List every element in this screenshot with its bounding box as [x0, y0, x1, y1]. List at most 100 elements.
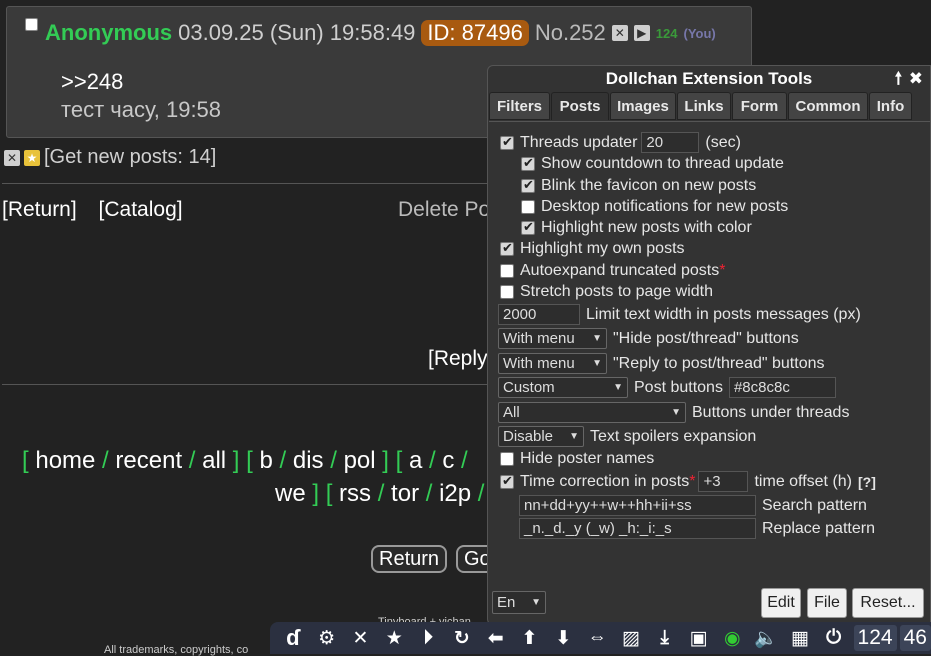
- post-date: 03.09.25 (Sun) 19:58:49: [178, 20, 416, 45]
- get-new-count: 14: [188, 146, 211, 168]
- setting-post-buttons: Custom ▼ Post buttons #8c8c8c: [498, 377, 836, 398]
- setting-highlight-new: Highlight new posts with color: [521, 219, 752, 237]
- file-button[interactable]: File: [807, 588, 847, 618]
- search-pattern-input[interactable]: nn+dd+yy++w++hh+ii+ss: [519, 495, 756, 516]
- return-button[interactable]: Return: [371, 545, 448, 573]
- board-we[interactable]: we: [275, 480, 306, 507]
- hide-post-icon[interactable]: ✕: [611, 25, 628, 41]
- setting-label: Autoexpand truncated posts*: [520, 262, 726, 279]
- eye-icon[interactable]: ◉: [715, 622, 749, 654]
- setting-unit: (sec): [705, 133, 741, 151]
- poster-id-badge[interactable]: ID: 87496: [421, 20, 529, 46]
- divider: [2, 183, 502, 184]
- board-i2p[interactable]: i2p: [439, 480, 471, 507]
- gear-icon[interactable]: ⚙: [310, 622, 344, 654]
- play-icon[interactable]: ⏵: [411, 622, 445, 654]
- star-icon[interactable]: ★: [24, 149, 40, 166]
- divider: [2, 384, 502, 385]
- tab-common[interactable]: Common: [788, 92, 868, 120]
- board-dis[interactable]: dis: [293, 447, 324, 474]
- threads-updater-checkbox[interactable]: [500, 134, 514, 150]
- save-icon[interactable]: ▣: [682, 622, 716, 654]
- tab-images[interactable]: Images: [610, 92, 676, 120]
- stretch-checkbox[interactable]: [500, 285, 514, 299]
- board-rss[interactable]: rss: [339, 480, 371, 507]
- post-message: тест часу, 19:58: [61, 97, 222, 122]
- download-icon[interactable]: ⤓: [648, 622, 682, 654]
- reply-buttons-select[interactable]: With menu ▼: [498, 353, 607, 374]
- post-buttons-color-input[interactable]: #8c8c8c: [728, 377, 836, 398]
- help-link[interactable]: [?]: [858, 474, 876, 490]
- autoexpand-checkbox[interactable]: [500, 264, 514, 278]
- show-countdown-checkbox[interactable]: [521, 155, 535, 171]
- setting-blink-favicon: Blink the favicon on new posts: [521, 177, 756, 195]
- setting-show-countdown: Show countdown to thread update: [521, 155, 784, 173]
- reply-post-icon[interactable]: ▶: [633, 25, 650, 41]
- desktop-notifications-checkbox[interactable]: [521, 200, 535, 214]
- mute-icon[interactable]: 🔈: [749, 622, 783, 654]
- setting-label: time offset (h): [754, 472, 852, 490]
- expand-icon[interactable]: ⇔: [580, 622, 614, 654]
- chevron-down-icon: ▼: [531, 597, 541, 608]
- reply-thread-link[interactable]: [Reply: [428, 347, 488, 371]
- update-interval-input[interactable]: 20: [641, 132, 700, 153]
- board-a[interactable]: a: [409, 447, 422, 474]
- board-all[interactable]: all: [202, 447, 226, 474]
- arrow-down-icon[interactable]: ⬇: [546, 622, 580, 654]
- return-link[interactable]: [Return]: [2, 198, 77, 221]
- post-count: 124: [655, 25, 678, 41]
- star-icon[interactable]: ★: [377, 622, 411, 654]
- refresh-icon[interactable]: ↻: [445, 622, 479, 654]
- get-new-posts-link[interactable]: [Get new posts: 14]: [44, 146, 216, 169]
- blink-favicon-checkbox[interactable]: [521, 177, 535, 193]
- board-c[interactable]: c: [442, 447, 454, 474]
- setting-highlight-own: Highlight my own posts: [500, 240, 685, 258]
- time-correction-checkbox[interactable]: [500, 473, 514, 489]
- tab-links[interactable]: Links: [677, 92, 731, 120]
- close-icon[interactable]: ✖: [909, 66, 923, 92]
- post-buttons-select[interactable]: Custom ▼: [498, 377, 628, 398]
- highlight-own-checkbox[interactable]: [500, 240, 514, 256]
- post-number-link[interactable]: No.252: [535, 20, 606, 46]
- under-threads-select[interactable]: All ▼: [498, 402, 686, 423]
- settings-tabs: Filters Posts Images Links Form Common I…: [489, 92, 913, 120]
- board-home[interactable]: home: [35, 447, 95, 474]
- chevron-down-icon: ▼: [592, 358, 602, 369]
- post-select-checkbox[interactable]: [25, 18, 38, 31]
- spoilers-select[interactable]: Disable ▼: [498, 426, 584, 447]
- edit-button[interactable]: Edit: [761, 588, 801, 618]
- pin-icon[interactable]: 🠕: [895, 66, 902, 92]
- setting-label: Limit text width in posts messages (px): [586, 305, 861, 323]
- tab-posts[interactable]: Posts: [551, 92, 609, 120]
- board-recent[interactable]: recent: [115, 447, 182, 474]
- panel-title: Dollchan Extension Tools: [605, 69, 813, 88]
- tab-info[interactable]: Info: [869, 92, 912, 120]
- catalog-link[interactable]: [Catalog]: [99, 198, 183, 221]
- grid-icon[interactable]: ▦: [783, 622, 817, 654]
- limit-width-input[interactable]: 2000: [498, 304, 580, 325]
- setting-stretch: Stretch posts to page width: [500, 283, 713, 301]
- board-pol[interactable]: pol: [344, 447, 376, 474]
- reply-link[interactable]: >>248: [61, 69, 123, 95]
- time-offset-input[interactable]: +3: [698, 471, 749, 492]
- setting-under-threads: All ▼ Buttons under threads: [498, 402, 849, 423]
- board-b[interactable]: b: [259, 447, 272, 474]
- highlight-new-checkbox[interactable]: [521, 219, 535, 235]
- hatch-icon[interactable]: ▨: [614, 622, 648, 654]
- hide-buttons-select[interactable]: With menu ▼: [498, 328, 607, 349]
- power-icon[interactable]: ⏻: [817, 622, 851, 654]
- arrow-up-icon[interactable]: ⬆: [513, 622, 547, 654]
- close-icon[interactable]: ✕: [4, 149, 20, 166]
- language-select[interactable]: En ▼: [492, 591, 546, 614]
- tab-form[interactable]: Form: [732, 92, 787, 120]
- arrow-left-icon[interactable]: ⬅: [479, 622, 513, 654]
- de-logo-icon[interactable]: ɗ: [276, 622, 310, 654]
- setting-label: "Hide post/thread" buttons: [613, 329, 799, 347]
- close-icon[interactable]: ✕: [344, 622, 378, 654]
- reset-button[interactable]: Reset...: [852, 588, 924, 618]
- replace-pattern-input[interactable]: _n._d._y (_w) _h:_i:_s: [519, 518, 756, 539]
- hide-names-checkbox[interactable]: [500, 452, 514, 466]
- tab-filters[interactable]: Filters: [489, 92, 550, 120]
- panel-title-bar: Dollchan Extension Tools 🠕 ✖: [488, 66, 930, 90]
- board-tor[interactable]: tor: [391, 480, 419, 507]
